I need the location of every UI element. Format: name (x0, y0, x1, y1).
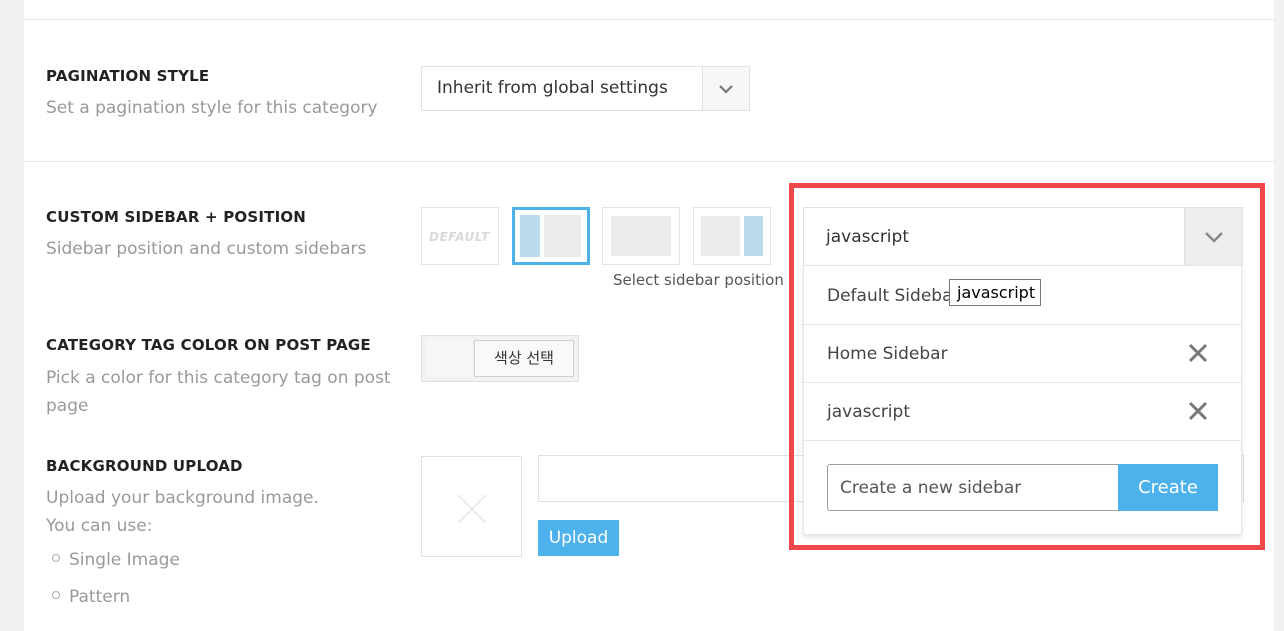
sidebar-right-layout-icon (701, 216, 763, 256)
color-swatch (426, 340, 472, 377)
sidebar-position-right[interactable] (693, 207, 771, 265)
custom-sidebar-title: CUSTOM SIDEBAR + POSITION (46, 208, 307, 226)
upload-button[interactable]: Upload (538, 520, 619, 556)
tag-color-desc: Pick a color for this category tag on po… (46, 368, 391, 416)
pagination-style-desc: Set a pagination style for this category (46, 98, 378, 118)
color-picker-button[interactable]: 색상 선택 (421, 335, 579, 382)
background-upload-title: BACKGROUND UPLOAD (46, 457, 243, 475)
sidebar-position-left[interactable] (512, 207, 590, 265)
chevron-down-icon[interactable] (702, 67, 749, 110)
highlight-box (789, 183, 1265, 550)
divider (24, 161, 1274, 162)
close-icon (457, 494, 487, 524)
background-upload-desc: Upload your background image. (46, 488, 319, 508)
sidebar-position-default[interactable]: DEFAULT (421, 207, 499, 265)
sidebar-position-label: Select sidebar position (613, 271, 784, 289)
pagination-style-value: Inherit from global settings (437, 78, 668, 98)
no-sidebar-layout-icon (611, 216, 671, 256)
divider (24, 19, 1274, 20)
sidebar-left-layout-icon (520, 215, 581, 257)
pagination-style-select[interactable]: Inherit from global settings (421, 66, 750, 111)
sidebar-position-none[interactable] (602, 207, 680, 265)
tag-color-title: CATEGORY TAG COLOR ON POST PAGE (46, 336, 371, 354)
background-preview (421, 456, 522, 557)
pagination-style-title: PAGINATION STYLE (46, 67, 210, 85)
list-item: Pattern (52, 587, 130, 607)
list-item: Single Image (52, 550, 180, 570)
background-upload-desc-2: You can use: (46, 516, 153, 536)
color-picker-label: 색상 선택 (474, 340, 574, 377)
custom-sidebar-desc: Sidebar position and custom sidebars (46, 239, 367, 259)
default-label: DEFAULT (429, 230, 490, 244)
